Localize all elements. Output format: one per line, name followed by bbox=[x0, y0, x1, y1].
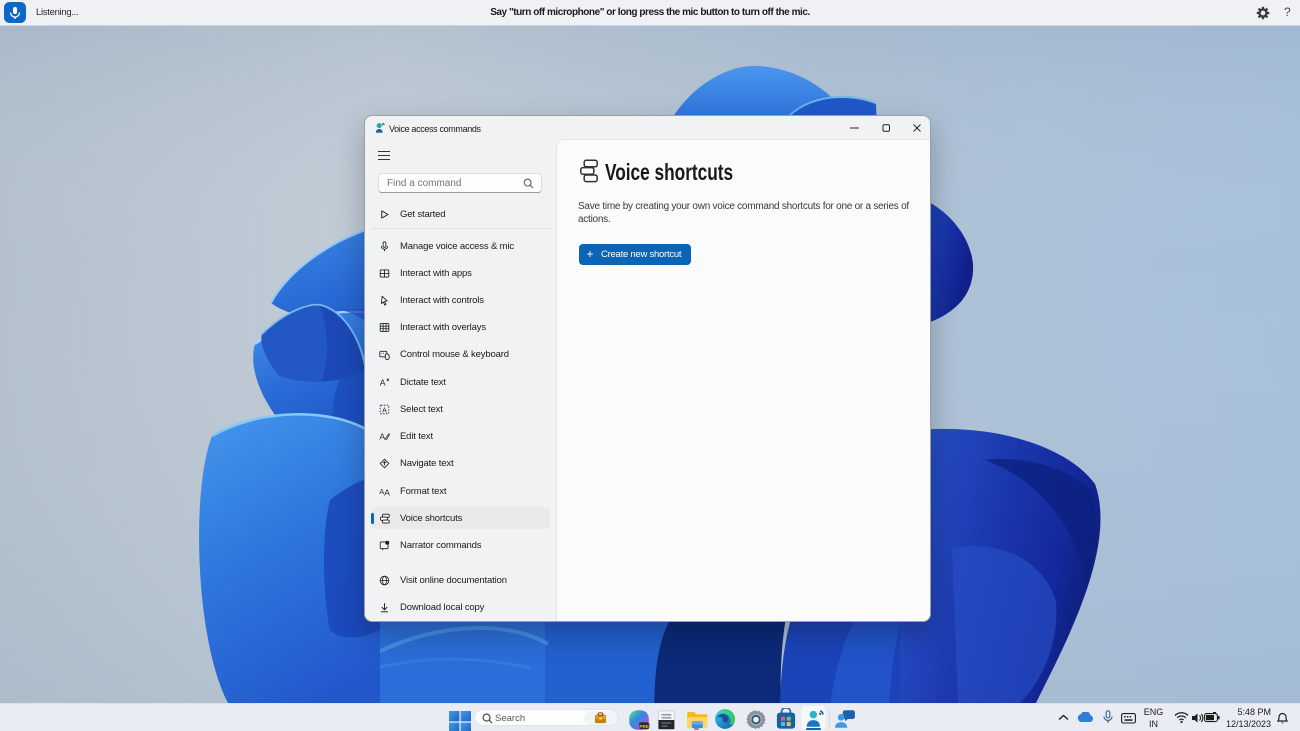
svg-text:A: A bbox=[380, 377, 386, 387]
svg-text:A: A bbox=[379, 432, 385, 442]
svg-text:A: A bbox=[384, 487, 390, 497]
svg-text:A: A bbox=[382, 407, 387, 414]
svg-text:PRE: PRE bbox=[639, 724, 648, 729]
